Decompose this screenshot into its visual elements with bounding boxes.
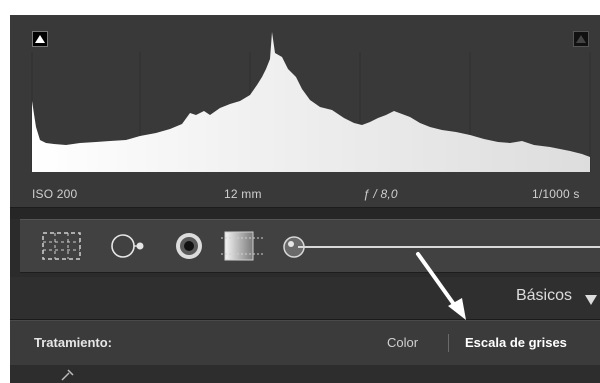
histogram-graph (31, 32, 591, 172)
shutter-speed-readout: 1/1000 s (532, 187, 580, 201)
shadow-clipping-button[interactable] (32, 31, 48, 47)
graduated-filter-icon[interactable] (221, 230, 265, 262)
option-divider (448, 334, 449, 352)
histogram-panel[interactable]: ISO 200 12 mm ƒ / 8,0 1/1000 s (10, 15, 600, 208)
triangle-up-icon (576, 35, 586, 43)
red-eye-icon[interactable] (172, 230, 206, 262)
treatment-color-option[interactable]: Color (387, 335, 418, 350)
triangle-down-icon[interactable] (584, 294, 598, 306)
treatment-grayscale-option[interactable]: Escala de grises (465, 335, 567, 350)
iso-readout: ISO 200 (32, 187, 78, 201)
crop-overlay-icon[interactable] (41, 230, 83, 262)
next-row-partial (10, 365, 600, 383)
brush-size-slider[interactable] (298, 246, 600, 248)
triangle-up-icon (35, 35, 45, 43)
aperture-readout: ƒ / 8,0 (363, 187, 398, 201)
panel-title: Básicos (515, 287, 572, 304)
highlight-clipping-button[interactable] (573, 31, 589, 47)
tool-strip (20, 219, 600, 273)
annotation-arrow-icon (416, 252, 466, 320)
focal-length-readout: 12 mm (224, 187, 262, 201)
develop-right-panel: ISO 200 12 mm ƒ / 8,0 1/1000 s Básicos T… (10, 15, 600, 383)
spot-removal-icon[interactable] (109, 230, 149, 262)
tools-separator (10, 208, 600, 219)
treatment-row: Tratamiento: Color Escala de grises (10, 320, 600, 366)
eyedropper-icon[interactable] (60, 367, 76, 381)
treatment-label: Tratamiento: (34, 335, 113, 350)
basic-panel-header[interactable]: Básicos (10, 277, 600, 320)
